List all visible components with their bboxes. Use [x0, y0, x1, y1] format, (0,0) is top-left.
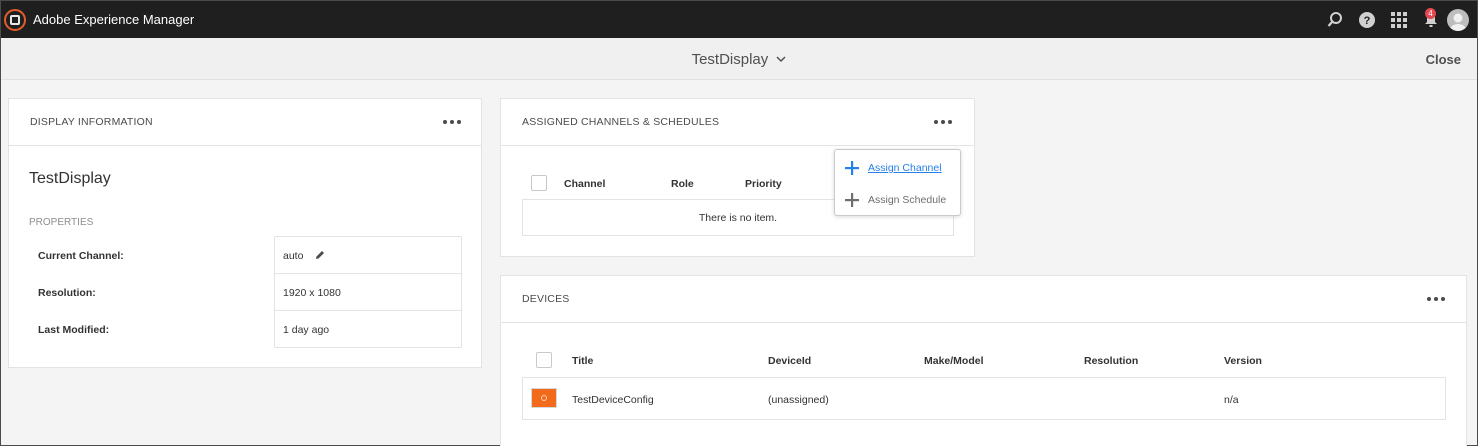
current-channel-value: auto	[283, 250, 304, 262]
help-icon[interactable]: ?	[1351, 4, 1383, 36]
device-thumbnail	[531, 388, 557, 408]
more-actions-icon[interactable]	[443, 120, 461, 124]
column-header-channel[interactable]: Channel	[564, 178, 605, 190]
chevron-down-icon	[776, 56, 786, 63]
add-icon	[845, 193, 859, 207]
card-title: DISPLAY INFORMATION	[30, 116, 153, 128]
display-name: TestDisplay	[29, 170, 111, 187]
assign-channel-label[interactable]: Assign Channel	[868, 162, 942, 174]
close-button[interactable]: Close	[1426, 52, 1461, 67]
resolution-label: Resolution:	[38, 287, 96, 299]
column-header-version[interactable]: Version	[1224, 355, 1262, 367]
app-title[interactable]: Adobe Experience Manager	[33, 12, 194, 27]
notifications-bell-icon[interactable]: 4	[1415, 4, 1447, 36]
devices-card: DEVICES Title DeviceId Make/Model Resolu…	[500, 275, 1467, 446]
column-header-title[interactable]: Title	[572, 355, 593, 367]
device-version: n/a	[1224, 394, 1239, 406]
user-avatar[interactable]	[1447, 8, 1469, 31]
edit-pencil-icon[interactable]	[314, 249, 326, 261]
card-title: ASSIGNED CHANNELS & SCHEDULES	[522, 116, 720, 128]
device-title[interactable]: TestDeviceConfig	[572, 394, 654, 406]
select-all-checkbox[interactable]	[536, 352, 552, 368]
column-header-resolution[interactable]: Resolution	[1084, 355, 1138, 367]
menu-item-assign-schedule[interactable]: Assign Schedule	[835, 186, 960, 214]
page-title: TestDisplay	[691, 51, 769, 68]
column-header-make-model[interactable]: Make/Model	[924, 355, 984, 367]
column-header-priority[interactable]: Priority	[745, 178, 782, 190]
search-icon[interactable]	[1319, 4, 1351, 36]
apps-grid-icon[interactable]	[1383, 4, 1415, 36]
empty-state-text: There is no item.	[698, 211, 778, 224]
svg-text:?: ?	[1364, 15, 1371, 27]
notification-badge: 4	[1425, 7, 1436, 19]
select-all-checkbox[interactable]	[531, 175, 547, 191]
device-id: (unassigned)	[768, 394, 829, 406]
page-header: TestDisplay Close	[1, 38, 1477, 80]
table-row[interactable]: TestDeviceConfig (unassigned) n/a	[522, 377, 1446, 420]
last-modified-label: Last Modified:	[38, 324, 110, 336]
display-title-switcher[interactable]: TestDisplay	[1, 51, 1477, 68]
card-title: DEVICES	[522, 293, 570, 305]
add-icon	[845, 161, 859, 175]
column-header-deviceid[interactable]: DeviceId	[768, 355, 811, 367]
more-actions-icon[interactable]	[934, 120, 952, 124]
last-modified-value: 1 day ago	[283, 324, 330, 336]
global-nav: Adobe Experience Manager ? 4	[1, 1, 1477, 38]
display-information-card: DISPLAY INFORMATION TestDisplay PROPERTI…	[8, 98, 482, 368]
assign-schedule-label[interactable]: Assign Schedule	[868, 194, 946, 206]
assign-menu-popover: Assign Channel Assign Schedule	[834, 149, 961, 216]
resolution-value: 1920 x 1080	[283, 287, 341, 299]
more-actions-icon[interactable]	[1427, 297, 1445, 301]
menu-item-assign-channel[interactable]: Assign Channel	[835, 154, 960, 182]
properties-label: PROPERTIES	[29, 217, 94, 228]
aem-logo-icon[interactable]	[4, 8, 26, 31]
current-channel-label: Current Channel:	[38, 250, 124, 262]
column-header-role[interactable]: Role	[671, 178, 694, 190]
